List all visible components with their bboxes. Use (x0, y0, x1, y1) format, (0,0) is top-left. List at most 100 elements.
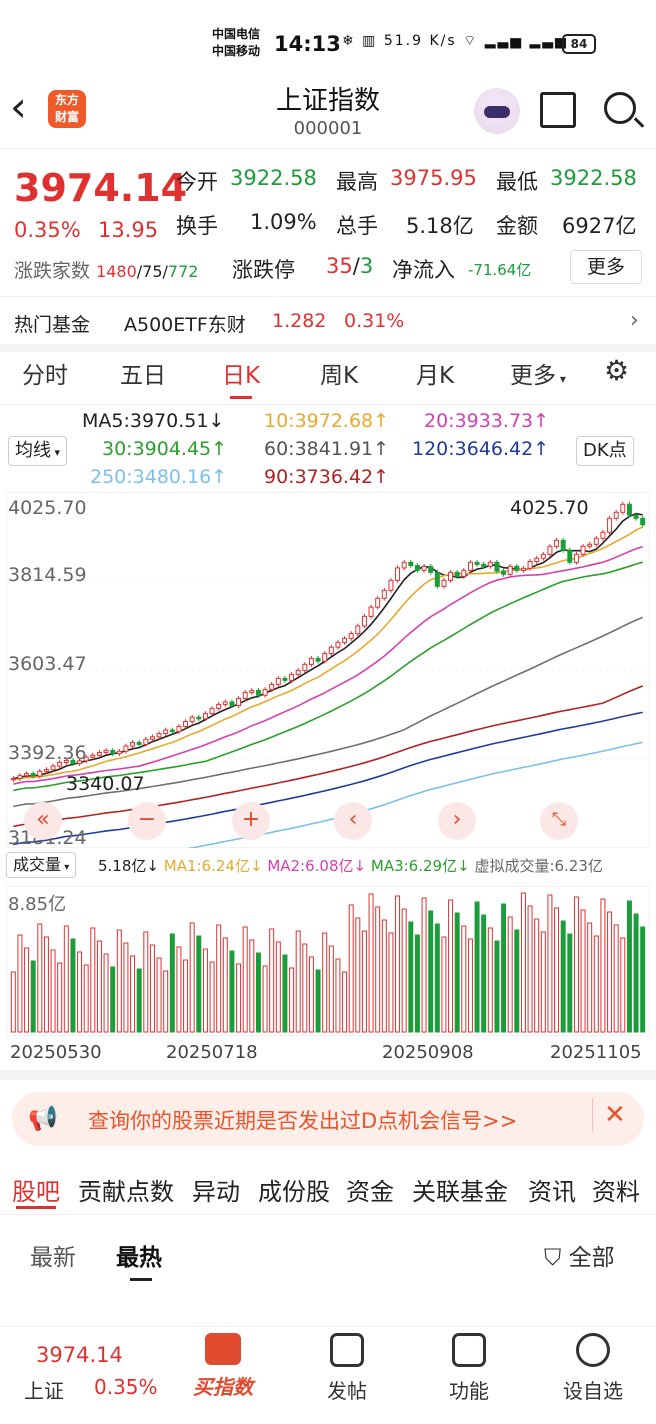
nav-post[interactable]: 发帖 (302, 1333, 392, 1404)
volume-bar (149, 944, 155, 1033)
volume-bar (209, 961, 215, 1033)
more-dots-icon (576, 1333, 610, 1367)
ma-line (13, 561, 643, 792)
candle (295, 669, 301, 675)
volume-bar (37, 923, 43, 1033)
hot-fund-row[interactable]: 热门基金 A500ETF东财 1.282 0.31% › (0, 300, 656, 340)
nav-add-watchlist[interactable]: 设自选 (548, 1333, 638, 1404)
candle (183, 721, 189, 727)
more-button[interactable]: 更多 (570, 250, 642, 284)
candle (103, 749, 109, 753)
dpoint-banner[interactable]: 📢 查询你的股票近期是否发出过D点机会信号>> ✕ (12, 1092, 644, 1146)
candle (428, 565, 434, 573)
candle (110, 749, 116, 755)
tab-news[interactable]: 资讯 (528, 1172, 576, 1207)
amount-label: 金额 (496, 214, 538, 238)
share-icon[interactable] (540, 92, 576, 128)
tab-funds-flow[interactable]: 资金 (346, 1172, 394, 1207)
volume-bar (514, 929, 520, 1033)
ma-selector[interactable]: 均线 ▾ (8, 436, 68, 466)
max-price-label: 4025.70 (510, 497, 589, 519)
volume-bar (342, 971, 348, 1033)
volume-bar (580, 909, 586, 1033)
candle (249, 689, 255, 693)
zoom-out-icon[interactable]: − (128, 802, 166, 840)
candle (236, 697, 242, 707)
tab-intraday[interactable]: 分时 (22, 356, 68, 390)
candle (143, 738, 149, 745)
tab-latest[interactable]: 最新 (30, 1238, 76, 1272)
zoom-in-icon[interactable]: + (232, 802, 270, 840)
filter-button[interactable]: ⛉ 全部 (544, 1238, 615, 1272)
dk-point-button[interactable]: DK点 (576, 436, 634, 466)
candle (494, 561, 500, 572)
tab-constituents[interactable]: 成份股 (258, 1172, 330, 1207)
volume-bar (222, 937, 228, 1033)
candle (448, 571, 454, 581)
volume-selector[interactable]: 成交量 ▾ (6, 852, 77, 878)
volume-bar (50, 949, 56, 1033)
candle (163, 729, 169, 735)
change-value: 13.95 (98, 218, 159, 242)
fullscreen-icon[interactable]: ⤡ (540, 802, 578, 840)
tab-more[interactable]: 更多 ▾ (510, 356, 566, 390)
nav-buy-index[interactable]: 买指数 (178, 1333, 268, 1400)
volume-bar (620, 937, 626, 1033)
volume-legend: 5.18亿↓ MA1:6.24亿↓ MA2:6.08亿↓ MA3:6.29亿↓ … (98, 857, 603, 875)
volume-chart[interactable]: 8.85亿 (6, 886, 650, 1036)
volume-bar (156, 957, 162, 1033)
tab-guba[interactable]: 股吧 (12, 1172, 60, 1207)
candle (507, 565, 513, 575)
tab-monthly-k[interactable]: 月K (416, 356, 454, 390)
volume-bar (487, 927, 493, 1033)
volume-label: 总手 (336, 214, 378, 238)
volume-bar (328, 945, 334, 1033)
next-icon[interactable]: › (438, 802, 476, 840)
assistant-icon[interactable] (474, 88, 520, 134)
candle (414, 565, 420, 571)
search-icon[interactable] (604, 92, 636, 124)
low-value: 3922.58 (550, 166, 637, 190)
status-icons: ❄ ▥ 51.9 K/s ⌔ ▂▃▅ ▂▃▅ (342, 33, 568, 49)
volume-bar (501, 903, 507, 1033)
settings-gear-icon[interactable]: ⚙ (604, 354, 629, 387)
volume-bar (90, 927, 96, 1033)
candle (43, 769, 49, 772)
tab-hottest[interactable]: 最热 (116, 1238, 162, 1272)
close-icon[interactable]: ✕ (604, 1100, 626, 1130)
candle (262, 689, 268, 696)
candle (282, 677, 288, 681)
tab-five-day[interactable]: 五日 (120, 356, 166, 390)
candle (156, 733, 162, 738)
candle (222, 701, 228, 705)
tab-daily-k[interactable]: 日K (222, 356, 260, 399)
volume-bar (401, 908, 407, 1033)
volume-bar (255, 952, 261, 1033)
high-value: 3975.95 (390, 166, 477, 190)
tab-contribution[interactable]: 贡献点数 (78, 1172, 174, 1207)
nav-function[interactable]: 功能 (424, 1333, 514, 1404)
volume-bar (136, 968, 142, 1033)
candle (640, 517, 646, 526)
tab-related-funds[interactable]: 关联基金 (412, 1172, 508, 1207)
tab-weekly-k[interactable]: 周K (320, 356, 358, 390)
volume-bar (560, 920, 566, 1033)
nav-price: 3974.14 (36, 1343, 123, 1367)
volume-bar (30, 960, 36, 1033)
candle (308, 657, 314, 665)
volume-bar (236, 963, 242, 1033)
candlestick-chart[interactable]: 4025.70 3814.59 3603.47 3392.36 3181.24 … (6, 492, 650, 848)
candle (401, 561, 407, 569)
tab-profile[interactable]: 资料 (592, 1172, 640, 1207)
tab-movement[interactable]: 异动 (192, 1172, 240, 1207)
prev-icon[interactable]: ‹ (334, 802, 372, 840)
candle (130, 741, 136, 747)
candle (136, 741, 142, 745)
fast-back-icon[interactable]: « (24, 802, 62, 840)
candle (315, 657, 321, 662)
volume-bar (454, 912, 460, 1033)
open-label: 今开 (176, 170, 218, 194)
volume-bar (414, 934, 420, 1033)
volume-bar (143, 931, 149, 1033)
volume-bar (77, 951, 83, 1033)
